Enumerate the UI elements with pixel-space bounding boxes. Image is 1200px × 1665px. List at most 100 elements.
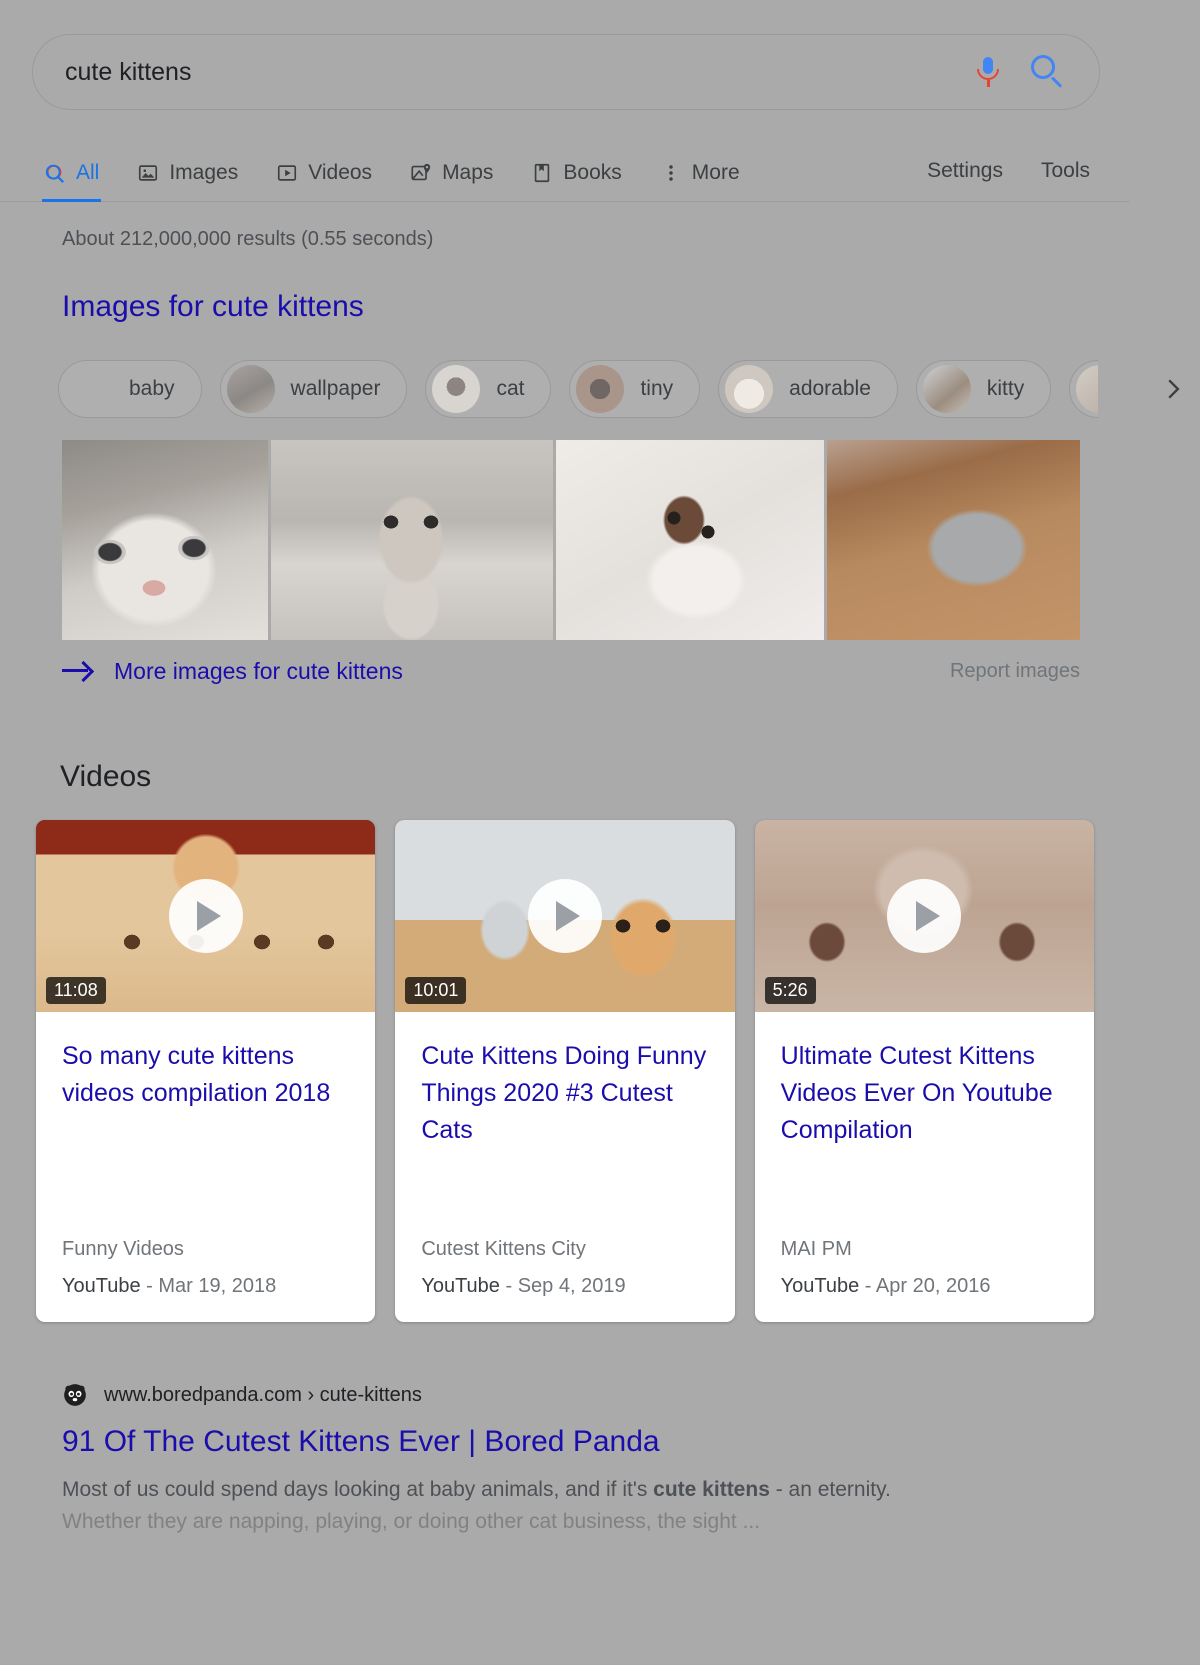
image-filter-chips: baby wallpaper cat tiny adorable kitty — [58, 358, 1098, 420]
result-stats: About 212,000,000 results (0.55 seconds) — [62, 228, 434, 250]
chip-next-partial[interactable] — [1069, 360, 1098, 418]
video-card-0[interactable]: 11:08 So many cute kittens videos compil… — [36, 820, 376, 1322]
more-vertical-icon — [669, 164, 673, 181]
chip-thumbnail — [725, 365, 774, 413]
chip-baby[interactable]: baby — [58, 360, 202, 418]
search-nav-bar: All Images Videos Maps Books More Settin… — [0, 140, 1130, 202]
video-channel: Funny Videos — [62, 1238, 184, 1260]
search-icon[interactable] — [1031, 55, 1065, 89]
microphone-icon[interactable] — [975, 55, 1001, 89]
video-source-name: YouTube — [780, 1275, 860, 1297]
video-meta: Cutest Kittens City YouTube - Sep 4, 201… — [395, 1238, 734, 1322]
videos-section-heading: Videos — [60, 760, 152, 793]
video-channel: MAI PM — [780, 1238, 852, 1260]
video-date: Apr 20, 2016 — [875, 1275, 991, 1297]
chevron-right-icon — [1168, 379, 1180, 399]
video-body: Cute Kittens Doing Funny Things 2020 #3 … — [395, 1012, 734, 1238]
video-duration: 11:08 — [46, 977, 106, 1004]
video-body: So many cute kittens videos compilation … — [36, 1012, 375, 1238]
tab-all[interactable]: All — [41, 140, 102, 202]
search-input[interactable] — [65, 57, 975, 87]
video-separator: - — [140, 1275, 159, 1297]
video-date: Mar 19, 2018 — [158, 1275, 277, 1297]
tab-maps[interactable]: Maps — [410, 140, 493, 201]
report-images-link[interactable]: Report images — [950, 660, 1080, 683]
chip-label: tiny — [640, 377, 674, 400]
chip-label: baby — [129, 377, 175, 400]
video-duration: 5:26 — [764, 977, 816, 1004]
video-title[interactable]: So many cute kittens videos compilation … — [62, 1038, 349, 1112]
snippet-part-2: - an eternity. — [769, 1478, 891, 1501]
chip-label: kitty — [986, 377, 1025, 400]
result-snippet: Most of us could spend days looking at b… — [62, 1474, 1002, 1538]
video-meta: MAI PM YouTube - Apr 20, 2016 — [755, 1238, 1094, 1322]
search-bar-container — [32, 34, 1100, 110]
tab-more-label: More — [691, 160, 740, 184]
chip-label: wallpaper — [290, 377, 381, 400]
snippet-part-1: Most of us could spend days looking at b… — [62, 1478, 654, 1501]
video-source-row: YouTube - Mar 19, 2018 — [62, 1275, 349, 1298]
tab-all-label: All — [76, 160, 100, 184]
chip-thumbnail — [226, 365, 275, 413]
video-icon — [278, 164, 297, 181]
chip-thumbnail — [922, 365, 971, 413]
video-source-name: YouTube — [62, 1275, 141, 1297]
video-card-1[interactable]: 10:01 Cute Kittens Doing Funny Things 20… — [395, 820, 735, 1322]
chip-thumbnail — [65, 365, 113, 413]
image-thumbnail-strip — [62, 440, 1080, 640]
video-source-name: YouTube — [421, 1275, 500, 1297]
chip-adorable[interactable]: adorable — [718, 360, 898, 418]
video-thumbnail[interactable]: 11:08 — [36, 820, 376, 1012]
map-pin-icon — [411, 163, 431, 180]
boredpanda-favicon — [64, 1384, 86, 1406]
tools-link[interactable]: Tools — [1041, 159, 1090, 183]
video-thumbnail[interactable]: 10:01 — [395, 820, 735, 1012]
chip-cat[interactable]: cat — [425, 360, 552, 418]
image-thumbnail-3[interactable] — [827, 440, 1080, 640]
arrow-right-icon — [62, 660, 92, 682]
video-title[interactable]: Ultimate Cutest Kittens Videos Ever On Y… — [781, 1038, 1068, 1149]
tab-more[interactable]: More — [660, 140, 740, 201]
chip-tiny[interactable]: tiny — [569, 360, 701, 418]
play-icon[interactable] — [887, 879, 962, 953]
tab-books-label: Books — [563, 160, 622, 184]
result-url[interactable]: www.boredpanda.com › cute-kittens — [104, 1384, 422, 1407]
tab-videos[interactable]: Videos — [276, 140, 372, 201]
video-source-row: YouTube - Apr 20, 2016 — [781, 1275, 1068, 1298]
search-bar[interactable] — [32, 34, 1100, 110]
chip-thumbnail — [1076, 365, 1098, 413]
book-icon — [535, 163, 550, 182]
snippet-highlight: cute kittens — [653, 1478, 770, 1501]
video-title[interactable]: Cute Kittens Doing Funny Things 2020 #3 … — [421, 1038, 708, 1149]
video-separator: - — [499, 1275, 518, 1297]
chip-wallpaper[interactable]: wallpaper — [219, 360, 408, 418]
chip-thumbnail — [432, 365, 481, 413]
video-body: Ultimate Cutest Kittens Videos Ever On Y… — [755, 1012, 1094, 1238]
tab-maps-label: Maps — [442, 160, 494, 184]
more-images-row: More images for cute kittens Report imag… — [62, 650, 1080, 692]
chip-kitty[interactable]: kitty — [915, 360, 1052, 418]
more-images-label: More images for cute kittens — [114, 657, 403, 684]
tab-books[interactable]: Books — [531, 140, 622, 201]
tab-videos-label: Videos — [308, 160, 373, 184]
play-icon[interactable] — [527, 879, 602, 953]
tab-images[interactable]: Images — [137, 140, 238, 201]
image-thumbnail-1[interactable] — [271, 440, 553, 640]
tab-images-label: Images — [169, 160, 239, 184]
video-thumbnail[interactable]: 5:26 — [754, 820, 1094, 1012]
settings-link[interactable]: Settings — [927, 159, 1003, 183]
image-thumbnail-0[interactable] — [62, 440, 268, 640]
image-thumbnail-2[interactable] — [556, 440, 824, 640]
nav-right-links: Settings Tools — [927, 159, 1130, 183]
video-card-2[interactable]: 5:26 Ultimate Cutest Kittens Videos Ever… — [754, 820, 1094, 1322]
play-icon[interactable] — [168, 879, 243, 953]
chip-label: adorable — [789, 377, 871, 400]
chips-scroll-next-button[interactable] — [1152, 368, 1194, 410]
images-block-heading[interactable]: Images for cute kittens — [62, 290, 364, 324]
video-source-row: YouTube - Sep 4, 2019 — [421, 1275, 708, 1298]
image-icon — [139, 164, 158, 181]
result-title[interactable]: 91 Of The Cutest Kittens Ever | Bored Pa… — [62, 1422, 1072, 1462]
video-separator: - — [859, 1275, 876, 1297]
organic-result: www.boredpanda.com › cute-kittens 91 Of … — [62, 1382, 1072, 1538]
more-images-link[interactable]: More images for cute kittens — [62, 658, 403, 685]
